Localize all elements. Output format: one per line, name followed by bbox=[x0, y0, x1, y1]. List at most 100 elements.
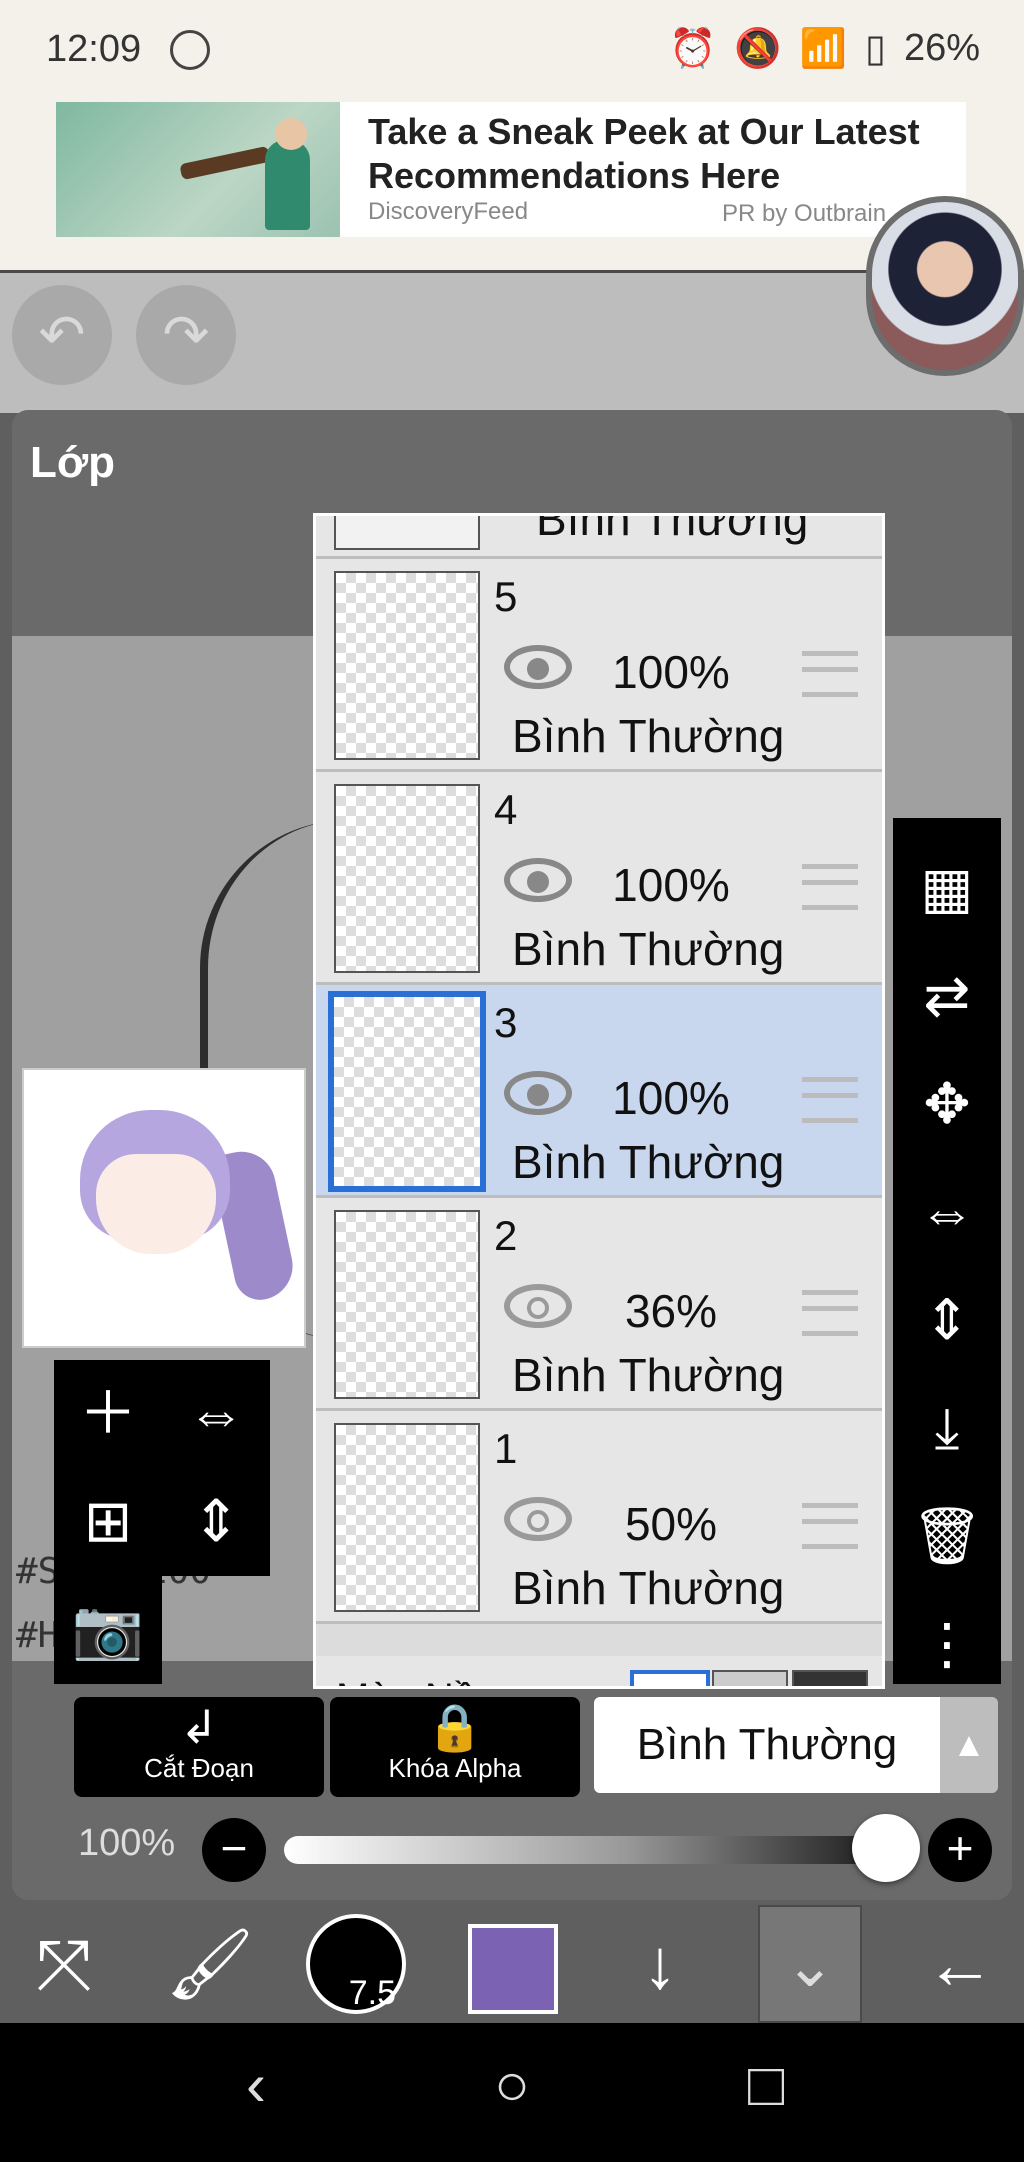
layer-number: 3 bbox=[494, 999, 518, 1046]
layer-blend-mode: Bình Thường bbox=[512, 1562, 785, 1614]
eye-icon[interactable] bbox=[504, 1071, 572, 1115]
eye-icon[interactable] bbox=[504, 645, 572, 689]
camera-icon[interactable]: 📷 bbox=[54, 1576, 162, 1684]
ad-image-head bbox=[275, 118, 307, 150]
preview-face bbox=[96, 1154, 216, 1254]
bg-dark-swatch[interactable] bbox=[792, 1670, 868, 1686]
layer-row-1[interactable]: 1 50% Bình Thường bbox=[316, 1411, 882, 1624]
ad-image-person bbox=[265, 140, 310, 230]
add-copy-layer-button[interactable]: ⊞ bbox=[54, 1468, 162, 1576]
clipping-label: Cắt Đoạn bbox=[144, 1753, 254, 1783]
nav-back-icon[interactable]: ‹ bbox=[206, 2050, 306, 2119]
mute-icon: 🔕 bbox=[734, 27, 782, 70]
layer-thumbnail bbox=[328, 991, 486, 1192]
layer-opacity: 50% bbox=[624, 1498, 718, 1550]
undo-button[interactable]: ↶ bbox=[12, 285, 112, 385]
opacity-slider-thumb[interactable] bbox=[852, 1814, 920, 1882]
opacity-label: 100% bbox=[78, 1822, 176, 1864]
layer-thumbnail bbox=[334, 784, 480, 973]
drag-handle-icon[interactable] bbox=[802, 1290, 858, 1336]
brush-tool-icon[interactable]: 🖌 bbox=[160, 1905, 260, 2023]
nav-home-icon[interactable]: ○ bbox=[462, 2050, 562, 2119]
layer-row-2[interactable]: 2 36% Bình Thường bbox=[316, 1198, 882, 1411]
opacity-decrease-button[interactable]: − bbox=[202, 1818, 266, 1882]
layer-row-5[interactable]: 5 100% Bình Thường bbox=[316, 559, 882, 772]
layer-row-partial[interactable]: Bình Thường bbox=[316, 516, 882, 559]
flip-horizontal-icon[interactable]: ⇔ bbox=[893, 1162, 1001, 1262]
opacity-increase-button[interactable]: + bbox=[928, 1818, 992, 1882]
lock-alpha-icon: 🔒 bbox=[426, 1701, 484, 1753]
layer-thumbnail bbox=[334, 1210, 480, 1399]
bg-checker-swatch[interactable] bbox=[712, 1670, 788, 1686]
layer-thumbnail bbox=[334, 1423, 480, 1612]
layer-blend-mode: Bình Thường bbox=[512, 1136, 785, 1188]
flip-horizontal-icon[interactable]: ⇔ bbox=[162, 1360, 270, 1468]
drag-handle-icon[interactable] bbox=[802, 864, 858, 910]
alarm-icon: ⏰ bbox=[669, 27, 717, 70]
canvas-preview[interactable] bbox=[22, 1068, 306, 1348]
ad-pr-label[interactable]: PR by Outbrain bbox=[722, 200, 886, 228]
redo-button[interactable]: ↷ bbox=[136, 285, 236, 385]
arrow-down-icon[interactable]: ↓ bbox=[610, 1905, 710, 2023]
color-swatch-button[interactable] bbox=[468, 1924, 558, 2014]
layer-row-3[interactable]: 3 100% Bình Thường bbox=[316, 985, 882, 1198]
clock: 12:09 bbox=[46, 28, 142, 70]
layer-thumbnail bbox=[334, 571, 480, 760]
blend-mode-select[interactable]: Bình Thường bbox=[594, 1697, 940, 1793]
status-bar: 12:09 ⏰ 🔕 📶 ▯ 26% bbox=[0, 0, 1024, 100]
layer-number: 2 bbox=[494, 1212, 518, 1259]
layer-opacity: 100% bbox=[612, 646, 730, 698]
flip-vertical-icon[interactable]: ⇕ bbox=[893, 1270, 1001, 1370]
layer-blend-mode: Bình Thường bbox=[512, 1349, 785, 1401]
wifi-icon: 📶 bbox=[799, 27, 848, 70]
move-icon[interactable]: ✥ bbox=[893, 1054, 1001, 1154]
layer-thumbnail bbox=[334, 516, 480, 550]
flip-vertical-icon[interactable]: ⇕ bbox=[162, 1468, 270, 1576]
layer-list[interactable]: Bình Thường 5 100% Bình Thường 4 100% Bì… bbox=[313, 513, 885, 1689]
drag-handle-icon[interactable] bbox=[802, 1077, 858, 1123]
layer-number: 1 bbox=[494, 1425, 518, 1472]
layer-opacity: 100% bbox=[612, 859, 730, 911]
layer-blend-mode: Bình Thường bbox=[512, 923, 785, 975]
chat-head-avatar[interactable] bbox=[866, 196, 1024, 376]
eye-icon[interactable] bbox=[504, 858, 572, 902]
layer-blend-mode: Bình Thường bbox=[536, 513, 809, 545]
eye-icon[interactable] bbox=[504, 1284, 572, 1328]
layer-number: 5 bbox=[494, 573, 518, 620]
trash-icon[interactable]: 🗑 bbox=[893, 1486, 1001, 1586]
add-layer-button[interactable]: ＋ bbox=[54, 1360, 162, 1468]
swap-icon[interactable]: ⇄ bbox=[893, 946, 1001, 1046]
transform-tool-icon[interactable]: ⤧ bbox=[14, 1905, 114, 2023]
bg-white-swatch[interactable] bbox=[630, 1670, 710, 1686]
background-color-row[interactable]: Màu Nền bbox=[316, 1656, 882, 1686]
panel-title: Lớp bbox=[30, 438, 116, 487]
messenger-icon bbox=[170, 30, 210, 70]
opacity-slider[interactable] bbox=[284, 1836, 904, 1864]
back-arrow-icon[interactable]: ← bbox=[910, 1905, 1010, 2023]
ad-source: DiscoveryFeed bbox=[368, 198, 529, 225]
layer-row-4[interactable]: 4 100% Bình Thường bbox=[316, 772, 882, 985]
alpha-lock-label: Khóa Alpha bbox=[388, 1753, 522, 1783]
background-label: Màu Nền bbox=[336, 1676, 498, 1686]
eye-icon[interactable] bbox=[504, 1497, 572, 1541]
brush-size-button[interactable]: 7.5 bbox=[306, 1914, 406, 2014]
layer-blend-mode: Bình Thường bbox=[512, 710, 785, 762]
collapse-menu-icon[interactable]: ⌄ bbox=[758, 1905, 862, 2023]
clip-arrow-icon: ↲ bbox=[179, 1701, 219, 1753]
merge-down-icon[interactable]: ⤓ bbox=[893, 1378, 1001, 1478]
ad-title[interactable]: Take a Sneak Peek at Our Latest Recommen… bbox=[368, 110, 968, 198]
battery-level: 26% bbox=[903, 27, 980, 69]
nav-recents-icon[interactable]: □ bbox=[716, 2050, 816, 2119]
alpha-lock-button[interactable]: 🔒 Khóa Alpha bbox=[330, 1697, 580, 1797]
blend-mode-arrow-icon[interactable]: ▲ bbox=[940, 1697, 998, 1793]
layer-opacity: 100% bbox=[612, 1072, 730, 1124]
status-icons: ⏰ 🔕 📶 ▯ 26% bbox=[669, 26, 980, 71]
checkerboard-icon[interactable]: ▦ bbox=[893, 838, 1001, 938]
clipping-button[interactable]: ↲ Cắt Đoạn bbox=[74, 1697, 324, 1797]
layer-tools-column: ▦ ⇄ ✥ ⇔ ⇕ ⤓ 🗑 ⋮ bbox=[893, 818, 1001, 1684]
more-vertical-icon[interactable]: ⋮ bbox=[893, 1594, 1001, 1694]
battery-icon: ▯ bbox=[865, 28, 886, 70]
layer-number: 4 bbox=[494, 786, 518, 833]
drag-handle-icon[interactable] bbox=[802, 1503, 858, 1549]
drag-handle-icon[interactable] bbox=[802, 651, 858, 697]
